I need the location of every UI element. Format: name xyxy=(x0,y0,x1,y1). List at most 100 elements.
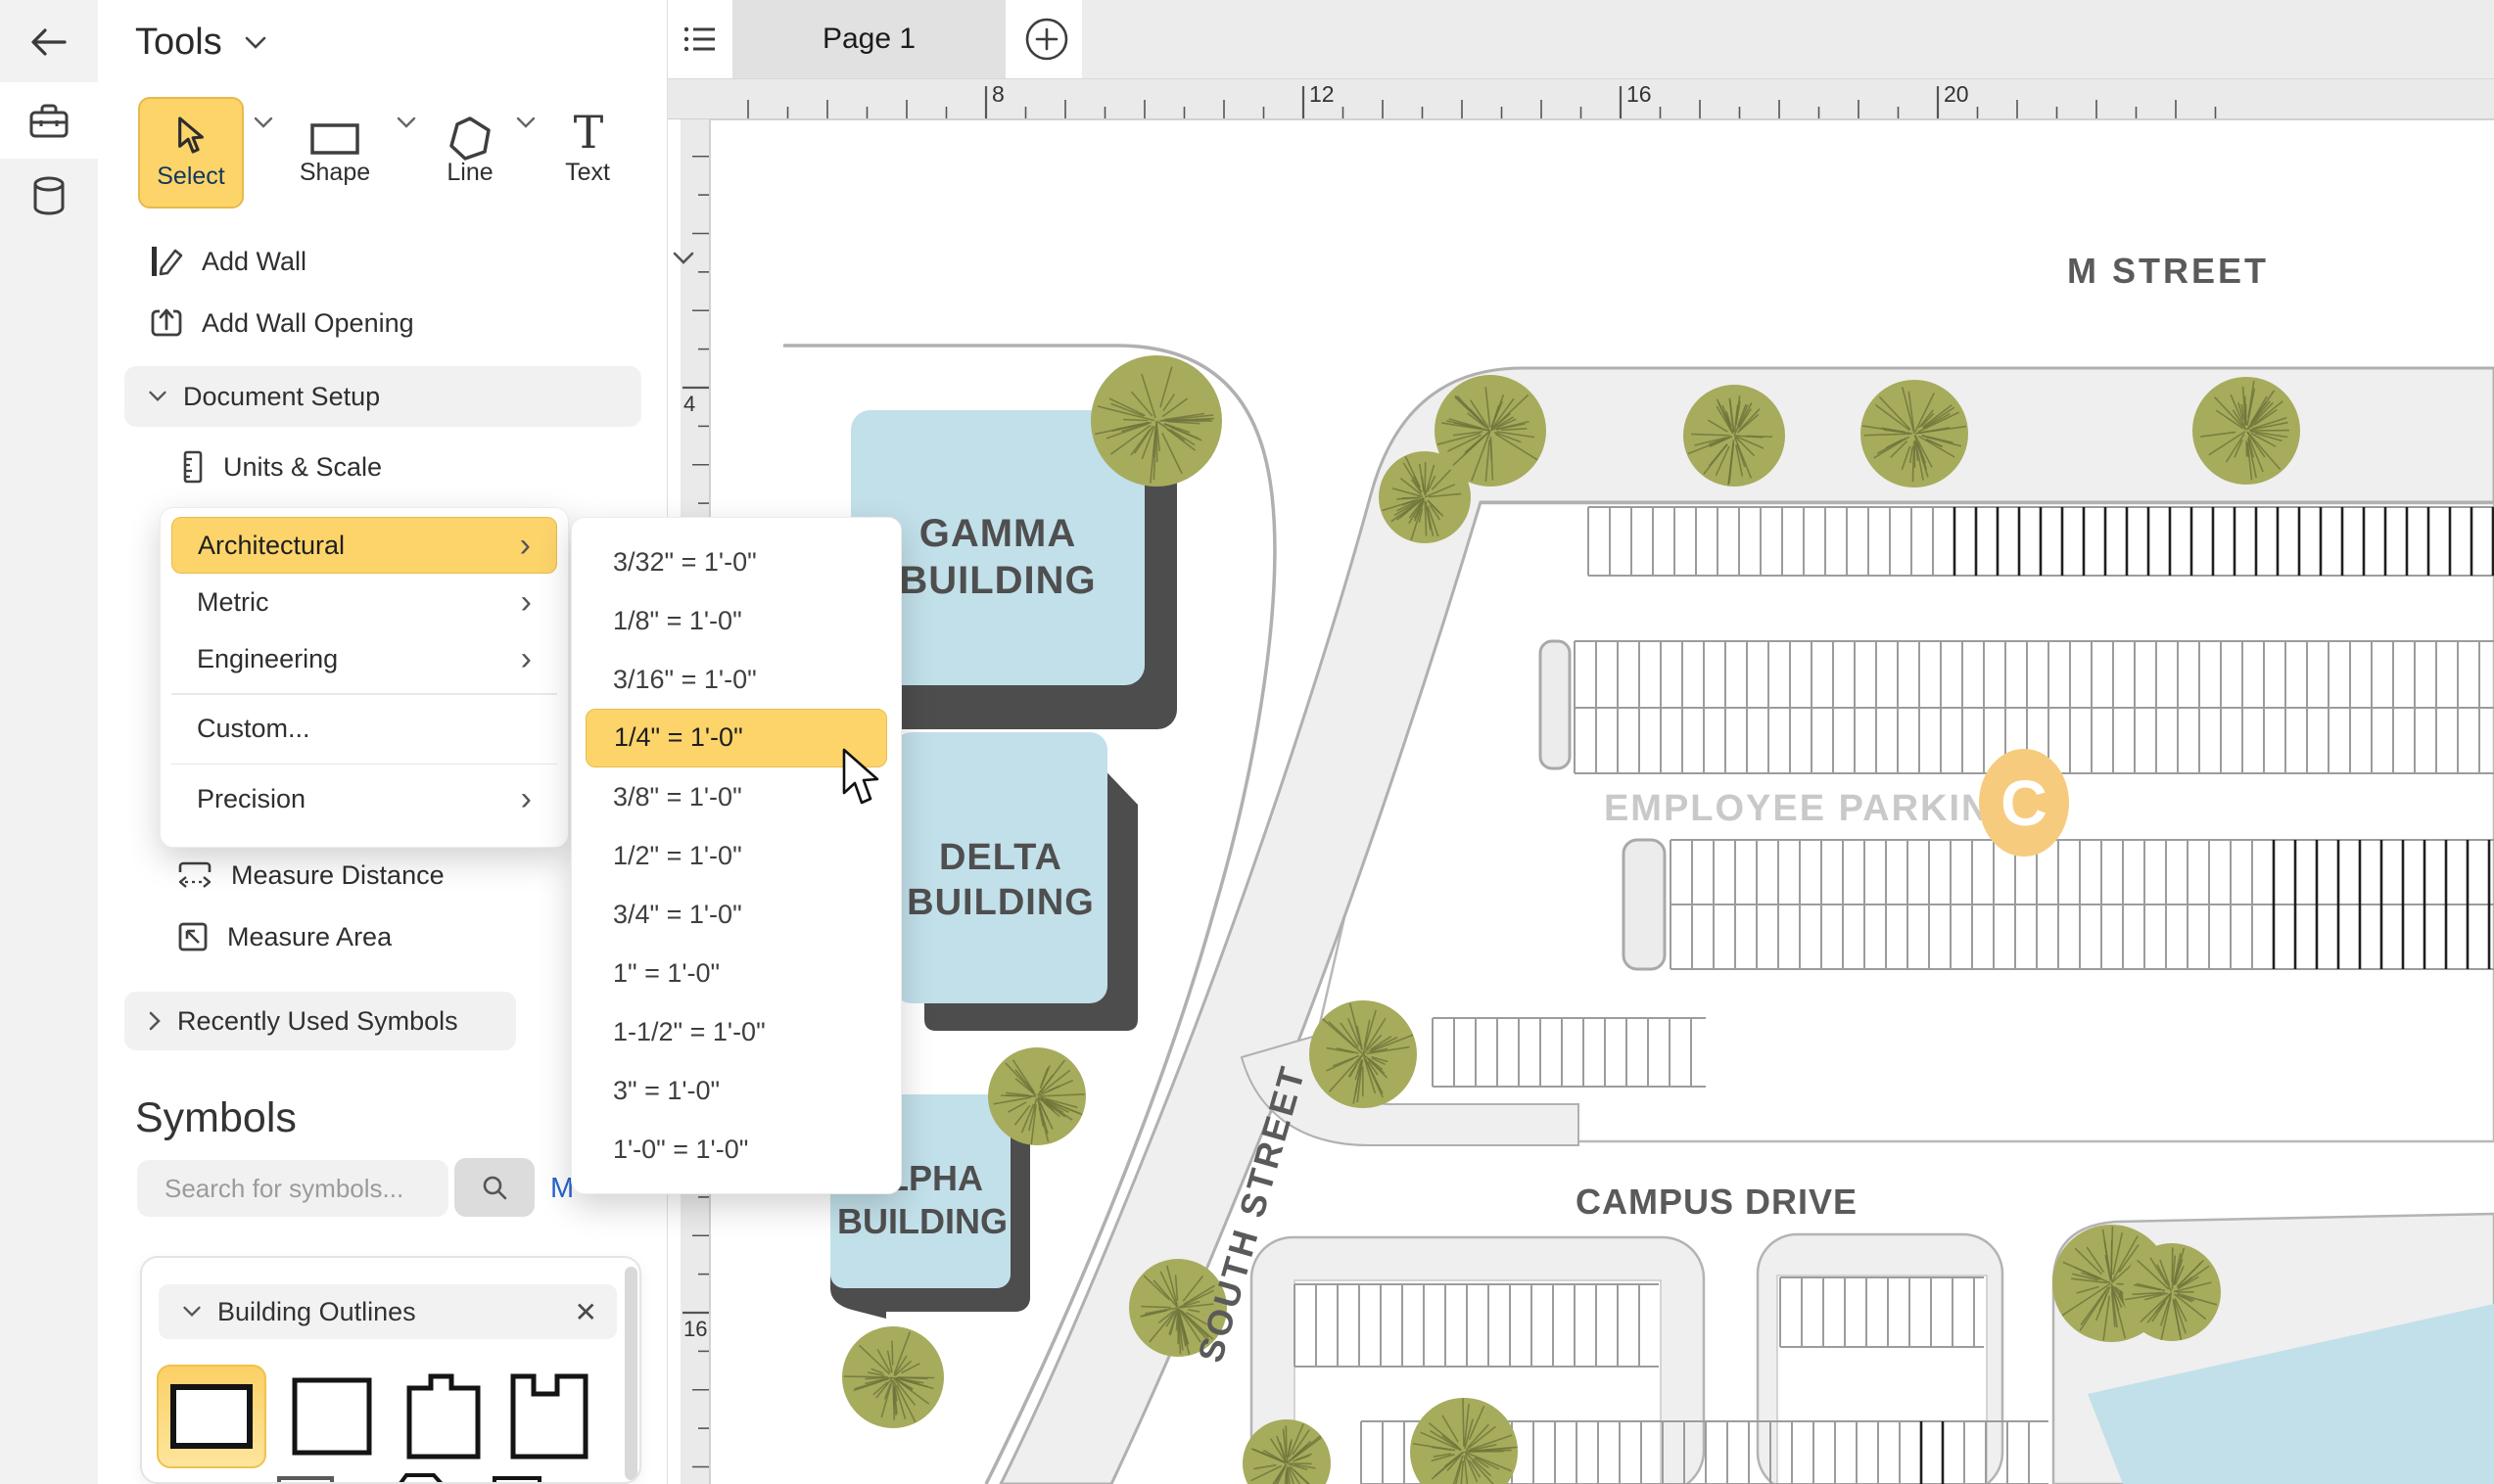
svg-text:BUILDING: BUILDING xyxy=(907,882,1095,923)
svg-text:C: C xyxy=(2000,766,2047,839)
chevron-right-icon: › xyxy=(521,583,532,622)
chevron-down-icon xyxy=(182,1305,202,1319)
symbol-battlement-outline[interactable] xyxy=(494,1365,604,1468)
scale-option[interactable]: 3/16" = 1'-0" xyxy=(586,650,887,709)
toolbox-icon xyxy=(26,99,71,142)
add-page-button[interactable] xyxy=(1012,0,1081,78)
tree xyxy=(1860,380,1968,487)
scale-option[interactable]: 3/4" = 1'-0" xyxy=(586,885,887,944)
symbol-notched-outline[interactable] xyxy=(389,1365,498,1468)
scale-option[interactable]: 1/2" = 1'-0" xyxy=(586,826,887,885)
page-list-button[interactable] xyxy=(668,0,732,78)
chevron-right-icon: › xyxy=(521,780,532,818)
page-tab-bar: Page 1 xyxy=(668,0,2494,79)
tree xyxy=(2192,377,2300,485)
tree xyxy=(842,1326,944,1428)
cursor-icon xyxy=(174,116,208,155)
svg-text:4: 4 xyxy=(683,392,695,416)
symbol-search[interactable] xyxy=(137,1160,448,1217)
svg-text:12: 12 xyxy=(1309,81,1335,107)
svg-text:20: 20 xyxy=(1944,81,1969,107)
scale-type-engineering[interactable]: Engineering› xyxy=(171,630,557,687)
add-wall-opening-button[interactable]: Add Wall Opening xyxy=(149,305,638,341)
symbol-square-outline[interactable] xyxy=(277,1365,387,1468)
line-dropdown-chevron[interactable] xyxy=(515,116,537,130)
scale-type-precision[interactable]: Precision› xyxy=(171,770,557,827)
tree xyxy=(1683,385,1785,487)
select-tool-label: Select xyxy=(157,162,224,191)
building-delta[interactable]: DELTA BUILDING xyxy=(894,732,1138,1031)
symbols-title: Symbols xyxy=(135,1094,297,1142)
units-scale-menu: Architectural›Metric›Engineering› Custom.… xyxy=(160,507,569,848)
shape-tool-label[interactable]: Shape xyxy=(294,159,376,187)
symbol-search-input[interactable] xyxy=(137,1160,448,1217)
employee-parking-label: EMPLOYEE PARKING xyxy=(1604,788,2021,829)
card-scrollbar[interactable] xyxy=(625,1267,637,1480)
database-icon xyxy=(28,174,70,219)
building-outlines-header[interactable]: Building Outlines ✕ xyxy=(159,1284,617,1339)
svg-text:GAMMA: GAMMA xyxy=(919,512,1077,555)
tree xyxy=(988,1047,1086,1145)
plus-icon xyxy=(1024,17,1069,62)
left-icon-rail xyxy=(0,0,98,1484)
tools-dropdown[interactable]: Tools xyxy=(135,22,267,64)
add-wall-button[interactable]: Add Wall xyxy=(149,243,638,280)
tree xyxy=(1091,355,1222,487)
svg-text:16: 16 xyxy=(1626,81,1652,107)
back-button[interactable] xyxy=(0,4,98,80)
scale-type-architectural[interactable]: Architectural› xyxy=(171,517,557,574)
close-icon[interactable]: ✕ xyxy=(575,1296,597,1328)
parking-badge: C xyxy=(1979,749,2069,857)
chevron-down-icon xyxy=(148,390,167,403)
ruler-icon xyxy=(180,450,206,484)
svg-text:BUILDING: BUILDING xyxy=(837,1201,1008,1241)
measure-area-item[interactable]: Measure Area xyxy=(176,920,627,953)
measure-area-icon xyxy=(176,920,210,953)
symbol-rectangle-outline[interactable] xyxy=(157,1365,266,1468)
scale-option[interactable]: 1/8" = 1'-0" xyxy=(586,591,887,650)
units-scale-item[interactable]: Units & Scale xyxy=(180,450,611,484)
chevron-down-icon xyxy=(244,35,267,51)
chevron-down-icon[interactable] xyxy=(672,251,695,266)
recently-used-header[interactable]: Recently Used Symbols xyxy=(124,992,516,1050)
toolbox-button[interactable] xyxy=(0,82,98,159)
architectural-scale-submenu: 3/32" = 1'-0"1/8" = 1'-0"3/16" = 1'-0" 1/… xyxy=(571,517,902,1194)
scale-option[interactable]: 1-1/2" = 1'-0" xyxy=(586,1002,887,1061)
measure-distance-item[interactable]: Measure Distance xyxy=(176,858,627,892)
tree xyxy=(1309,1000,1417,1108)
tree xyxy=(1435,375,1546,487)
tree xyxy=(2123,1243,2221,1341)
svg-text:8: 8 xyxy=(992,81,1005,107)
add-wall-icon xyxy=(149,243,184,280)
page-list-icon xyxy=(683,25,717,53)
scale-option[interactable]: 1" = 1'-0" xyxy=(586,944,887,1002)
shape-dropdown-chevron[interactable] xyxy=(396,116,417,130)
search-button[interactable] xyxy=(454,1158,535,1217)
select-dropdown-chevron[interactable] xyxy=(253,116,274,130)
database-button[interactable] xyxy=(0,159,98,235)
scale-option[interactable]: 3" = 1'-0" xyxy=(586,1061,887,1120)
scale-option[interactable]: 3/32" = 1'-0" xyxy=(586,533,887,591)
document-setup-header[interactable]: Document Setup xyxy=(124,366,641,427)
building-outlines-card: Building Outlines ✕ xyxy=(140,1256,641,1484)
page-tab[interactable]: Page 1 xyxy=(732,0,1006,78)
scale-type-metric[interactable]: Metric› xyxy=(171,574,557,630)
text-tool-label[interactable]: Text xyxy=(546,159,629,187)
back-icon xyxy=(27,21,71,64)
svg-text:16: 16 xyxy=(683,1317,707,1341)
chevron-right-icon: › xyxy=(520,527,531,565)
scale-option[interactable]: 1'-0" = 1'-0" xyxy=(586,1120,887,1179)
chevron-right-icon xyxy=(148,1010,162,1032)
wall-opening-icon xyxy=(149,305,184,341)
line-tool-label[interactable]: Line xyxy=(429,159,511,187)
scale-type-custom[interactable]: Custom... xyxy=(171,701,557,758)
tools-title-label: Tools xyxy=(135,22,222,64)
select-tool-button[interactable]: Select xyxy=(138,97,244,209)
text-tool-icon[interactable]: T xyxy=(566,106,611,159)
shape-tool-icon[interactable] xyxy=(309,121,360,157)
campus-drive-label: CAMPUS DRIVE xyxy=(1576,1182,1858,1222)
line-tool-icon[interactable] xyxy=(445,114,495,164)
svg-text:DELTA: DELTA xyxy=(939,837,1062,878)
m-street-label: M STREET xyxy=(2067,251,2269,291)
mouse-cursor xyxy=(840,748,885,812)
